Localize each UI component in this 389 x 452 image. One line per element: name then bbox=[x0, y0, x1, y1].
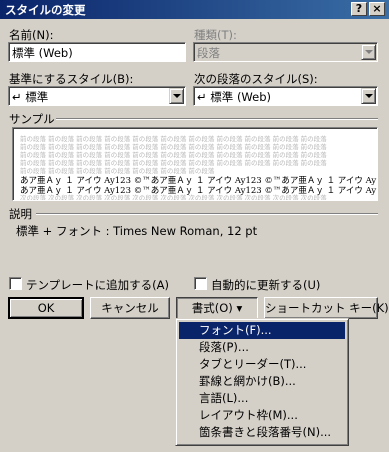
menu-item-frame[interactable]: レイアウト枠(M)... bbox=[179, 407, 345, 424]
add-to-template-checkbox[interactable] bbox=[9, 277, 22, 290]
title-bar[interactable]: スタイルの変更 ? × bbox=[0, 0, 389, 19]
next-style-dropdown-arrow-icon[interactable] bbox=[361, 88, 376, 104]
help-button[interactable]: ? bbox=[351, 2, 367, 16]
description-text: 標準 + フォント : Times New Roman, 12 pt bbox=[16, 224, 258, 238]
ok-button[interactable]: OK bbox=[8, 297, 84, 319]
sample-divider bbox=[56, 118, 378, 120]
close-button[interactable]: × bbox=[369, 2, 385, 16]
add-to-template-label[interactable]: テンプレートに追加する(A) bbox=[26, 277, 169, 293]
menu-item-tabs[interactable]: タブとリーダー(T)... bbox=[179, 356, 345, 373]
menu-item-paragraph[interactable]: 段落(P)... bbox=[179, 339, 345, 356]
based-on-dropdown-arrow-icon[interactable] bbox=[169, 88, 184, 104]
menu-item-borders-shading[interactable]: 罫線と網かけ(B)... bbox=[179, 373, 345, 390]
dialog-title: スタイルの変更 bbox=[5, 3, 86, 17]
next-style-value: ↵ 標準 (Web) bbox=[197, 90, 271, 104]
shortcut-key-button[interactable]: ショートカット キー(K)... bbox=[264, 297, 389, 319]
format-button[interactable]: 書式(O) ▾ bbox=[176, 297, 258, 319]
name-label: 名前(N): bbox=[9, 28, 54, 42]
auto-update-label[interactable]: 自動的に更新する(U) bbox=[211, 277, 320, 293]
format-menu: フォント(F)... 段落(P)... タブとリーダー(T)... 罫線と網かけ… bbox=[175, 318, 349, 446]
based-on-select[interactable]: ↵ 標準 bbox=[8, 86, 186, 106]
menu-item-font[interactable]: フォント(F)... bbox=[179, 322, 345, 339]
modify-style-dialog: スタイルの変更 ? × 名前(N): 標準 (Web) 種類(T): 段落 基準… bbox=[0, 0, 389, 452]
next-style-label: 次の段落のスタイル(S): bbox=[194, 72, 318, 86]
sample-preview: 前の段落 前の段落 前の段落 前の段落 前の段落 前の段落 前の段落 前の段落 … bbox=[12, 127, 378, 201]
next-style-select[interactable]: ↵ 標準 (Web) bbox=[193, 86, 378, 106]
menu-item-bullets-numbering[interactable]: 箇条書きと段落番号(N)... bbox=[179, 424, 345, 441]
sample-label: サンプル bbox=[9, 112, 55, 126]
based-on-value: ↵ 標準 bbox=[12, 90, 49, 104]
name-value: 標準 (Web) bbox=[12, 46, 73, 60]
type-value: 段落 bbox=[197, 46, 220, 60]
menu-item-language[interactable]: 言語(L)... bbox=[179, 390, 345, 407]
cancel-button[interactable]: キャンセル bbox=[90, 297, 170, 319]
type-select: 段落 bbox=[193, 42, 378, 62]
auto-update-checkbox[interactable] bbox=[194, 277, 207, 290]
description-label: 説明 bbox=[9, 207, 32, 221]
type-dropdown-arrow-icon bbox=[361, 44, 376, 60]
name-input[interactable]: 標準 (Web) bbox=[8, 42, 186, 62]
based-on-label: 基準にするスタイル(B): bbox=[9, 72, 134, 86]
next-paragraph-line: 次の段落 次の段落 次の段落 次の段落 次の段落 次の段落 次の段落 次の段落 … bbox=[20, 194, 327, 201]
description-divider bbox=[36, 213, 378, 215]
type-label: 種類(T): bbox=[194, 28, 237, 42]
